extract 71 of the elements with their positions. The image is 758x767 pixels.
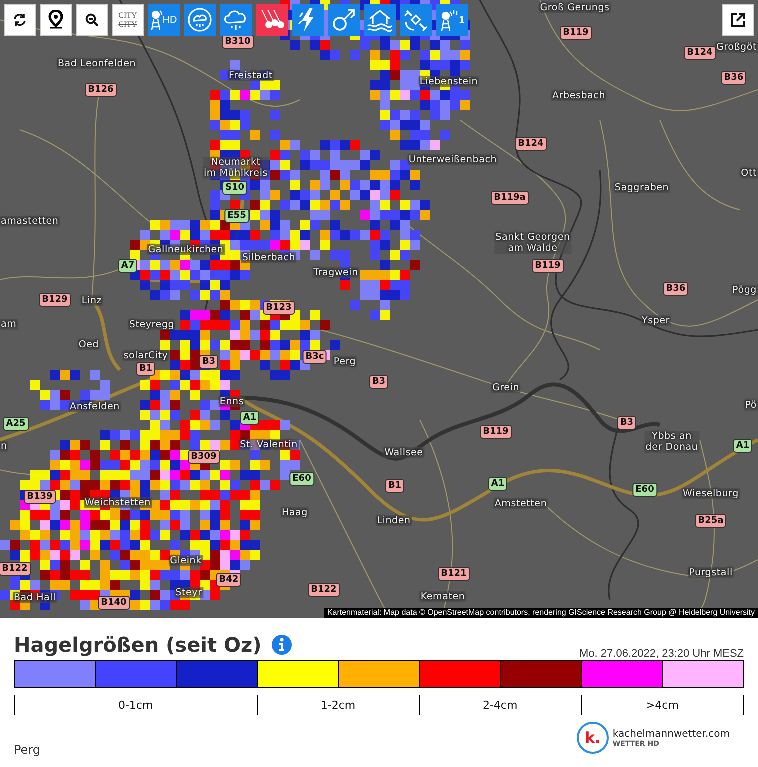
road-shield: B139 <box>24 490 56 504</box>
share-button[interactable] <box>722 4 754 36</box>
refresh-icon <box>13 13 27 27</box>
road-shield: B122 <box>0 562 31 576</box>
road-shield: B119 <box>560 26 592 40</box>
road-shield: B126 <box>85 83 117 97</box>
road-shield: S10 <box>222 181 248 195</box>
road-shield: B36 <box>663 282 689 296</box>
size-range-label: >4cm <box>646 698 679 712</box>
road-shield: B25a <box>695 514 727 528</box>
size-range-label: 0-1cm <box>118 698 154 712</box>
map-attribution: Kartenmaterial: Map data © OpenStreetMap contributors, rendering GIScience Research Group @ Heidelberg University <box>324 608 758 618</box>
timestamp: Mo. 27.06.2022, 23:20 Uhr MESZ <box>580 648 744 660</box>
road-shield: A1 <box>488 477 508 491</box>
road-shield: B119a <box>491 191 529 205</box>
map-layer-button[interactable] <box>400 4 432 36</box>
info-icon[interactable] <box>272 635 292 655</box>
road-shield: A7 <box>118 259 138 273</box>
map-layer-button[interactable] <box>256 4 288 36</box>
storm-cell-icon <box>187 7 213 33</box>
road-shield: B3 <box>199 355 219 369</box>
zoom-out-icon <box>85 13 99 27</box>
brand-name: kachelmannwetter.com <box>612 728 730 740</box>
comet-icon <box>331 7 357 33</box>
map-layer-button[interactable]: 1 <box>436 4 468 36</box>
road-shield: B123 <box>263 301 295 315</box>
refresh-button[interactable] <box>4 4 36 36</box>
road-shield: B1 <box>385 479 405 493</box>
road-shield: B121 <box>438 567 470 581</box>
road-shield: B119 <box>532 259 564 273</box>
road-shield: E60 <box>290 472 314 486</box>
road-shield: B310 <box>222 35 254 49</box>
radar-tower-icon <box>150 9 163 31</box>
weather-station-icon <box>439 8 460 32</box>
map-layer-button[interactable] <box>184 4 216 36</box>
road-shield: E55 <box>224 209 250 223</box>
city-labels-button[interactable]: CITY CITY <box>112 4 144 36</box>
size-range-label: 2-4cm <box>482 698 518 712</box>
zoom-out-button[interactable] <box>76 4 108 36</box>
road-shield: A25 <box>3 417 29 431</box>
road-shield: B122 <box>308 583 340 597</box>
share-icon <box>729 11 747 29</box>
legend-title: Hagelgrößen (seit Oz) <box>14 633 262 657</box>
road-shield: B119 <box>480 425 512 439</box>
rain-cloud-icon <box>223 8 249 32</box>
locate-button[interactable] <box>40 4 72 36</box>
road-shield: A1 <box>733 439 753 453</box>
road-shield: B129 <box>39 293 71 307</box>
road-shield: B42 <box>216 573 242 587</box>
map-layer-button[interactable] <box>220 4 252 36</box>
brand-logo: k. <box>576 722 609 754</box>
road-shield: B1 <box>136 362 156 376</box>
location-name: Perg <box>14 743 41 757</box>
map-layer-button[interactable] <box>364 4 396 36</box>
road-shield: E60 <box>632 483 658 497</box>
map-layer-button[interactable] <box>328 4 360 36</box>
road-shield: B3 <box>617 416 637 430</box>
road-shield: B3 <box>369 375 389 389</box>
road-shield: B3c <box>302 350 328 364</box>
size-range-label: 1-2cm <box>320 698 356 712</box>
place-label: Ybbs an der Donau <box>644 431 700 453</box>
map-pin-icon <box>48 10 64 30</box>
road-shield: B309 <box>188 450 220 464</box>
road-shield: B140 <box>98 596 130 610</box>
road-shield: B124 <box>515 137 547 151</box>
map-layer-button[interactable] <box>292 4 324 36</box>
map-layer-button[interactable]: HD <box>148 4 180 36</box>
road-shield: B124 <box>684 46 716 60</box>
road-shield: B36 <box>721 71 747 85</box>
flooded-house-icon <box>367 8 393 32</box>
road-shield: A1 <box>240 411 260 425</box>
